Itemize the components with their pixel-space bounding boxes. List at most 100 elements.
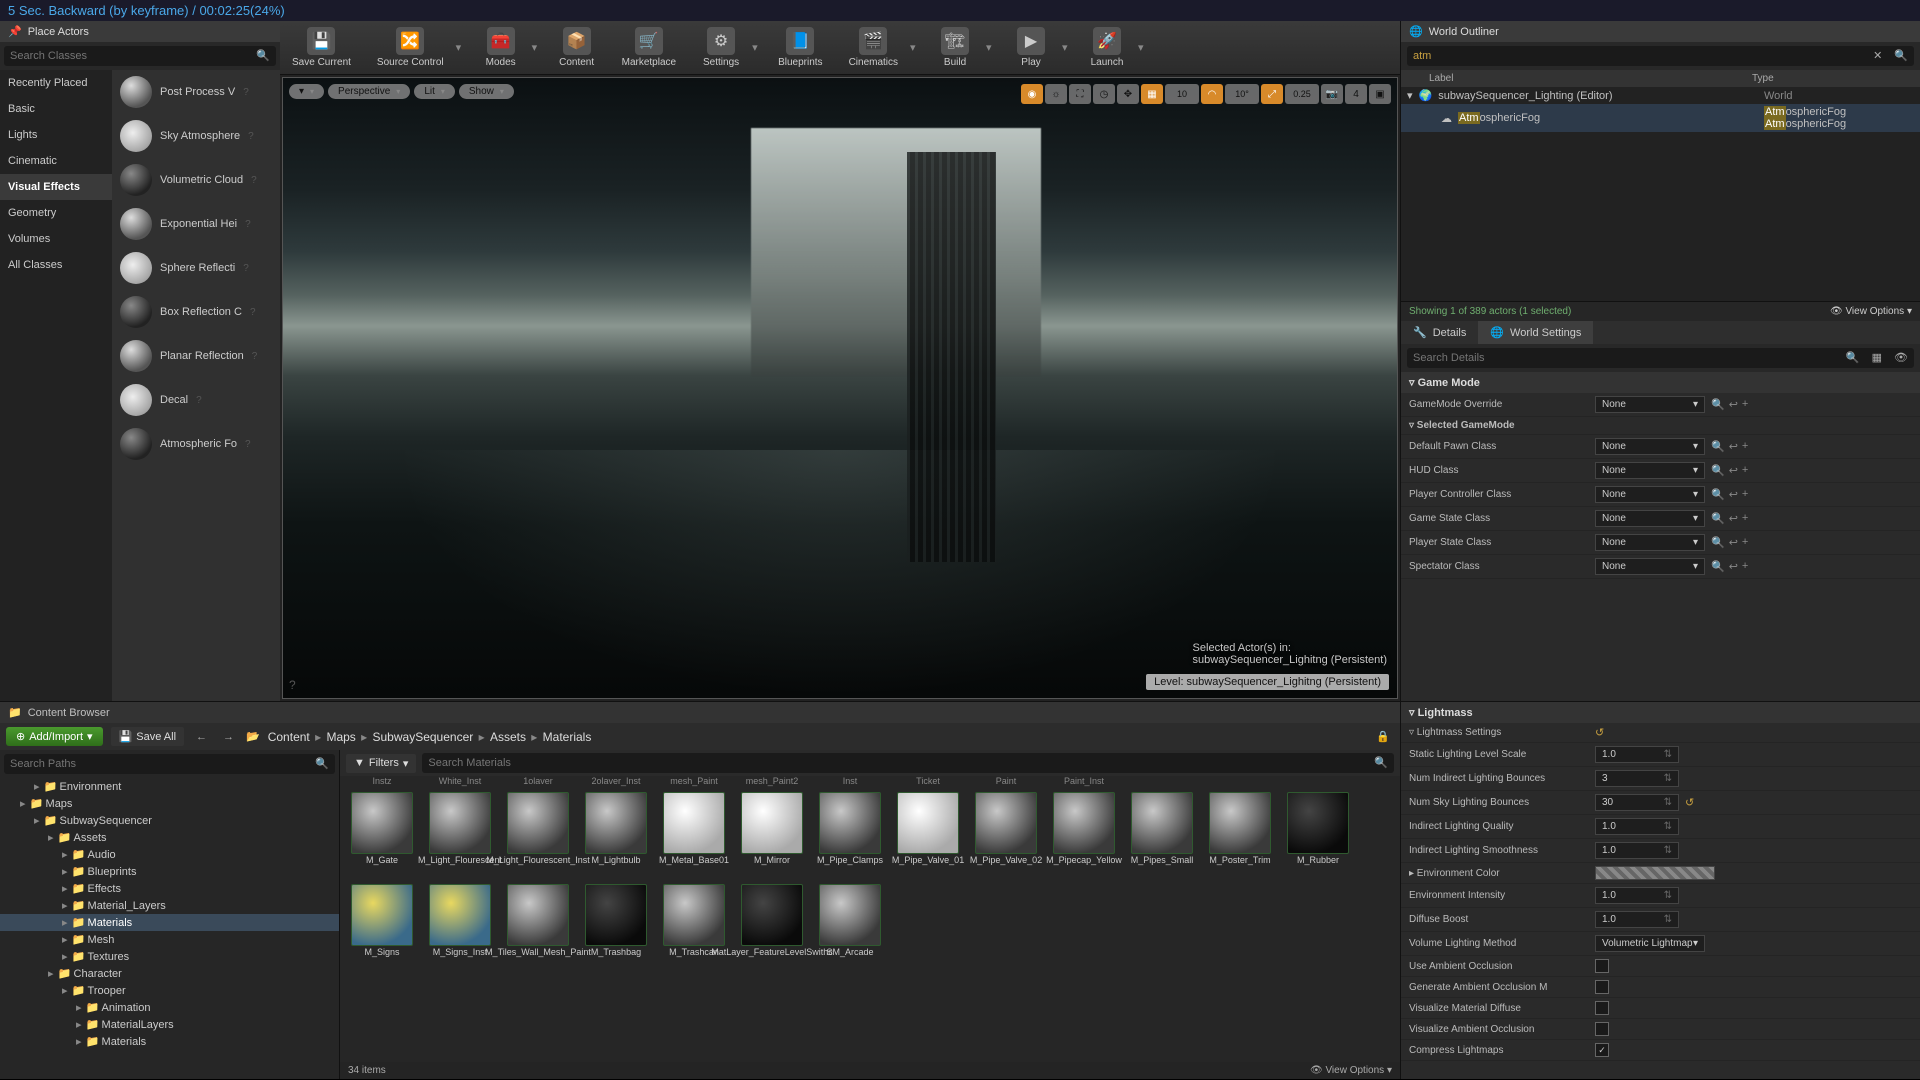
expand-icon[interactable]: ▸ [48,967,54,980]
section-game-mode[interactable]: ▿ Game Mode [1401,372,1920,393]
tree-item[interactable]: ▸📁Effects [0,880,339,897]
tree-item[interactable]: ▸📁Environment [0,778,339,795]
view-options-button[interactable]: 👁 View Options ▾ [1310,1065,1392,1076]
prop-dropdown[interactable]: Volumetric Lightmap▾ [1595,935,1705,952]
tab-world-settings[interactable]: 🌐World Settings [1478,321,1593,344]
clear-icon[interactable]: ✕ [1867,46,1888,66]
expand-icon[interactable]: ▸ [62,865,68,878]
expand-icon[interactable]: ▾ [1407,89,1413,102]
asset-item[interactable]: M_Pipes_Small [1126,792,1198,878]
add-icon[interactable]: + [1742,560,1748,573]
crumb[interactable]: Maps [326,730,355,744]
reset-icon[interactable]: ↺ [1685,796,1694,809]
asset-item[interactable]: M_Gate [346,792,418,878]
modes-button[interactable]: 🧰Modes [472,25,530,70]
prop-dropdown[interactable]: None▾ [1595,396,1705,413]
grid-snap-icon[interactable]: ▦ [1141,84,1163,104]
cinematics-button[interactable]: 🎬Cinematics [839,25,908,70]
prop-checkbox[interactable] [1595,959,1609,973]
category-basic[interactable]: Basic [0,96,112,122]
category-lights[interactable]: Lights [0,122,112,148]
prop-dropdown[interactable]: None▾ [1595,534,1705,551]
breadcrumb[interactable]: Content ▸ Maps ▸ SubwaySequencer ▸ Asset… [268,730,592,744]
browse-icon[interactable]: 🔍 [1711,464,1725,477]
place-actor-item[interactable]: Atmospheric Fo? [112,422,280,466]
save-current-button[interactable]: 💾Save Current [282,25,361,70]
use-icon[interactable]: ↩ [1729,464,1738,477]
add-icon[interactable]: + [1742,464,1748,477]
expand-icon[interactable]: ▸ [34,780,40,793]
place-actor-item[interactable]: Post Process V? [112,70,280,114]
add-icon[interactable]: + [1742,398,1748,411]
asset-item[interactable]: MatLayer_FeatureLevelSwithc [736,884,808,970]
add-import-button[interactable]: ⊕ Add/Import ▾ [6,727,103,746]
use-icon[interactable]: ↩ [1729,536,1738,549]
browse-icon[interactable]: 🔍 [1711,488,1725,501]
asset-item[interactable]: M_Light_Flourescent [424,792,496,878]
bookmark-icon[interactable]: ⛶ [1069,84,1091,104]
color-swatch[interactable] [1595,866,1715,880]
asset-item[interactable]: SM_Arcade [814,884,886,970]
tree-item[interactable]: ▸📁Textures [0,948,339,965]
crumb[interactable]: SubwaySequencer [373,730,474,744]
outliner-search-input[interactable] [1407,46,1867,66]
category-all-classes[interactable]: All Classes [0,252,112,278]
prop-dropdown[interactable]: None▾ [1595,438,1705,455]
search-paths-input[interactable] [4,754,309,774]
scale-snap-value[interactable]: 0.25 [1285,84,1319,104]
viewport-help-icon[interactable]: ? [289,678,296,692]
category-cinematic[interactable]: Cinematic [0,148,112,174]
lit-dropdown[interactable]: Lit [414,84,455,99]
camera-speed-icon[interactable]: 📷 [1321,84,1343,104]
category-visual-effects[interactable]: Visual Effects [0,174,112,200]
angle-snap-icon[interactable]: ◠ [1201,84,1223,104]
info-icon[interactable]: ? [250,307,256,318]
place-actor-item[interactable]: Sphere Reflecti? [112,246,280,290]
tree-item[interactable]: ▸📁Materials [0,914,339,931]
content-button[interactable]: 📦Content [548,25,606,70]
info-icon[interactable]: ? [252,351,258,362]
nav-back-icon[interactable]: ← [192,731,211,743]
category-recently-placed[interactable]: Recently Placed [0,70,112,96]
nav-fwd-icon[interactable]: → [219,731,238,743]
add-icon[interactable]: + [1742,488,1748,501]
outliner-search[interactable]: ✕ 🔍 [1407,46,1914,66]
search-icon[interactable]: 🔍 [250,46,276,66]
toolbar-dropdown-arrow[interactable]: ▾ [456,25,466,70]
prop-number[interactable]: 3 ⇅ [1595,770,1679,787]
settings-button[interactable]: ⚙Settings [692,25,750,70]
tree-item[interactable]: ▸📁Audio [0,846,339,863]
crumb[interactable]: Materials [543,730,592,744]
camera-speed-value[interactable]: 4 [1345,84,1367,104]
browse-icon[interactable]: 🔍 [1711,398,1725,411]
prop-number[interactable]: 1.0 ⇅ [1595,887,1679,904]
use-icon[interactable]: ↩ [1729,560,1738,573]
viewport-options-dropdown[interactable]: ▾ [289,84,324,99]
asset-item[interactable]: M_Pipe_Valve_02 [970,792,1042,878]
place-actor-item[interactable]: Planar Reflection? [112,334,280,378]
outliner-row-atmosphericfog[interactable]: ☁ AtmosphericFog AtmosphericFog Atmosphe… [1401,104,1920,132]
expand-icon[interactable]: ▸ [62,899,68,912]
prop-checkbox[interactable] [1595,980,1609,994]
asset-item[interactable]: M_Rubber [1282,792,1354,878]
use-icon[interactable]: ↩ [1729,398,1738,411]
asset-item[interactable]: M_Signs [346,884,418,970]
outliner-col-label[interactable]: Label [1429,73,1752,84]
tree-search[interactable]: 🔍 [4,754,335,774]
expand-icon[interactable]: ▸ [62,984,68,997]
game-view-icon[interactable]: ◉ [1021,84,1043,104]
asset-item[interactable]: M_Trashbag [580,884,652,970]
prop-checkbox[interactable]: ✓ [1595,1043,1609,1057]
tree-item[interactable]: ▸📁Materials [0,1033,339,1050]
prop-dropdown[interactable]: None▾ [1595,510,1705,527]
toolbar-dropdown-arrow[interactable]: ▾ [1138,25,1148,70]
expand-icon[interactable]: ▸ [76,1001,82,1014]
launch-button[interactable]: 🚀Launch [1078,25,1136,70]
asset-item[interactable]: M_Pipecap_Yellow [1048,792,1120,878]
info-icon[interactable]: ? [243,263,249,274]
browse-icon[interactable]: 🔍 [1711,560,1725,573]
tree-item[interactable]: ▸📁Trooper [0,982,339,999]
filters-button[interactable]: ▼ Filters ▾ [346,754,416,773]
add-icon[interactable]: + [1742,440,1748,453]
expand-icon[interactable]: ▸ [62,933,68,946]
